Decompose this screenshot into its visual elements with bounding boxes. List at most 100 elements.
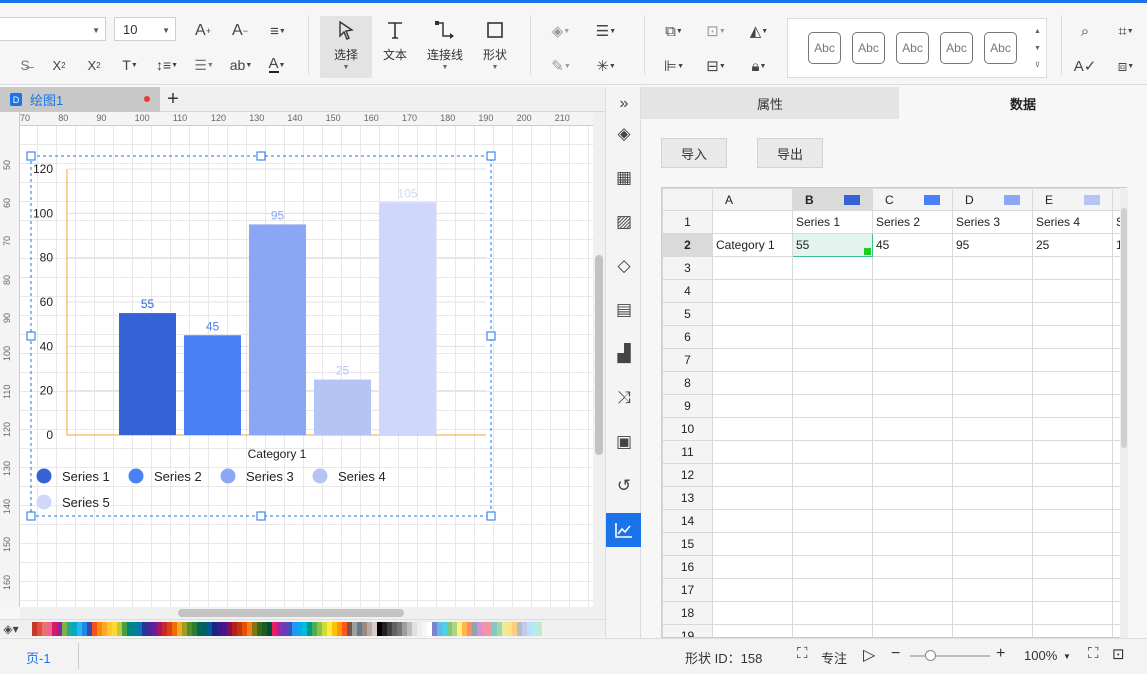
grid-cell[interactable] (712, 624, 793, 637)
grid-cell[interactable]: Series 1 (792, 210, 873, 234)
grid-cell[interactable] (792, 440, 873, 464)
strikethrough-icon[interactable]: S̶ (16, 55, 34, 75)
focus-mode-icon[interactable]: ⛶ (797, 645, 808, 662)
grid-cell[interactable] (712, 279, 793, 303)
play-icon[interactable]: ▷ (863, 645, 875, 665)
grid-cell[interactable] (792, 279, 873, 303)
row-header[interactable]: 4 (662, 279, 713, 303)
grid-cell[interactable] (952, 394, 1033, 418)
grid-cell[interactable] (952, 624, 1033, 637)
grid-cell[interactable] (712, 210, 793, 234)
lock-icon[interactable]: 🔒︎ ▼ (742, 55, 776, 77)
pen-color-icon[interactable]: ✎ ▼ (546, 55, 576, 77)
row-header[interactable]: 8 (662, 371, 713, 395)
grid-cell[interactable] (952, 417, 1033, 441)
grid-cell[interactable] (952, 486, 1033, 510)
grid-cell[interactable] (952, 509, 1033, 533)
canvas-vertical-scrollbar[interactable] (593, 112, 605, 607)
presentation-icon[interactable]: ▣ (610, 428, 638, 456)
grid-cell[interactable] (712, 532, 793, 556)
grid-cell[interactable] (1032, 509, 1113, 533)
grid-cell[interactable] (1032, 440, 1113, 464)
grid-cell[interactable] (872, 256, 953, 280)
align-left-icon[interactable]: ⊫ ▼ (658, 55, 690, 77)
font-size-dropdown[interactable]: 10 ▼ (114, 17, 176, 41)
grid-cell[interactable] (952, 555, 1033, 579)
series-color-swatch[interactable] (924, 195, 940, 205)
row-header[interactable]: 2 (662, 233, 713, 257)
grid-cell[interactable] (872, 348, 953, 372)
grid-cell[interactable] (1032, 302, 1113, 326)
select-tool-button[interactable]: 选择 ▼ (320, 16, 372, 78)
grid-cell[interactable] (712, 417, 793, 441)
grid-cell[interactable] (1032, 601, 1113, 625)
grid-cell[interactable] (712, 302, 793, 326)
horizontal-scroll-thumb[interactable] (178, 609, 404, 617)
increase-font-icon[interactable]: A + (192, 20, 214, 42)
grid-cell[interactable]: 25 (1032, 233, 1113, 257)
grid-cell[interactable] (712, 256, 793, 280)
grid-cell[interactable]: 55 (792, 233, 873, 257)
grid-cell[interactable] (792, 371, 873, 395)
grid-cell[interactable] (1032, 417, 1113, 441)
row-header[interactable]: 16 (662, 555, 713, 579)
grid-vertical-scrollbar[interactable] (1120, 188, 1128, 638)
grid-cell[interactable] (952, 532, 1033, 556)
grid-cell[interactable] (712, 394, 793, 418)
fill-palette-icon[interactable]: ◈▾ (0, 621, 22, 637)
layers-icon[interactable]: ◇ (610, 252, 638, 280)
shuffle-icon[interactable]: ⤨ (610, 384, 638, 412)
grid-cell[interactable] (872, 279, 953, 303)
grid-cell[interactable]: Series 3 (952, 210, 1033, 234)
grid-cell[interactable] (792, 486, 873, 510)
row-header[interactable]: 6 (662, 325, 713, 349)
grid-cell[interactable] (952, 440, 1033, 464)
grid-cell[interactable] (872, 394, 953, 418)
grid-cell[interactable] (792, 578, 873, 602)
align-text-icon[interactable]: ≡ ▼ (264, 20, 292, 42)
document-tab[interactable]: D 绘图1 (0, 87, 160, 112)
find-replace-icon[interactable]: ⌕ (1072, 20, 1098, 42)
grid-cell[interactable] (872, 601, 953, 625)
column-header[interactable]: A (712, 188, 793, 211)
row-header[interactable]: 13 (662, 486, 713, 510)
grid-cell[interactable] (792, 624, 873, 637)
grid-cell[interactable] (712, 486, 793, 510)
column-header[interactable]: B (792, 188, 873, 211)
zoom-out-icon[interactable]: − (891, 645, 900, 663)
page-tab[interactable]: 页-1 (26, 648, 51, 667)
export-button[interactable]: 导出 (757, 138, 823, 168)
row-header[interactable]: 17 (662, 578, 713, 602)
text-highlight-icon[interactable]: ab ▼ (226, 55, 256, 75)
bullet-list-icon[interactable]: ☰ ▼ (190, 55, 218, 75)
subscript-icon[interactable]: X2 (83, 55, 105, 75)
grid-cell[interactable] (792, 325, 873, 349)
grid-cell[interactable] (792, 463, 873, 487)
grid-cell[interactable] (1032, 532, 1113, 556)
import-button[interactable]: 导入 (661, 138, 727, 168)
font-color-icon[interactable]: A ▼ (262, 55, 292, 75)
row-header[interactable]: 1 (662, 210, 713, 234)
row-header[interactable]: 3 (662, 256, 713, 280)
crop-icon[interactable]: ⌗ ▼ (1110, 20, 1142, 42)
row-header[interactable]: 18 (662, 601, 713, 625)
zoom-slider-handle[interactable] (925, 650, 936, 661)
grid-cell[interactable] (792, 302, 873, 326)
grid-cell[interactable] (1032, 371, 1113, 395)
row-header[interactable]: 7 (662, 348, 713, 372)
grid-cell[interactable] (792, 394, 873, 418)
color-swatches[interactable] (32, 621, 542, 636)
font-family-dropdown[interactable]: ▼ (0, 17, 106, 41)
grid-cell[interactable] (1032, 463, 1113, 487)
decrease-font-icon[interactable]: A − (229, 20, 251, 42)
grid-cell[interactable] (712, 348, 793, 372)
grid-cell[interactable] (1032, 256, 1113, 280)
column-header[interactable]: C (872, 188, 953, 211)
color-swatch[interactable] (537, 621, 542, 636)
distribute-icon[interactable]: ⊟ ▼ (700, 55, 732, 77)
shape-tool-button[interactable]: 形状 ▼ (469, 16, 521, 78)
grid-cell[interactable] (872, 486, 953, 510)
grid-cell[interactable] (1032, 624, 1113, 637)
grid-cell[interactable] (792, 555, 873, 579)
grid-scroll-thumb[interactable] (1121, 208, 1127, 448)
